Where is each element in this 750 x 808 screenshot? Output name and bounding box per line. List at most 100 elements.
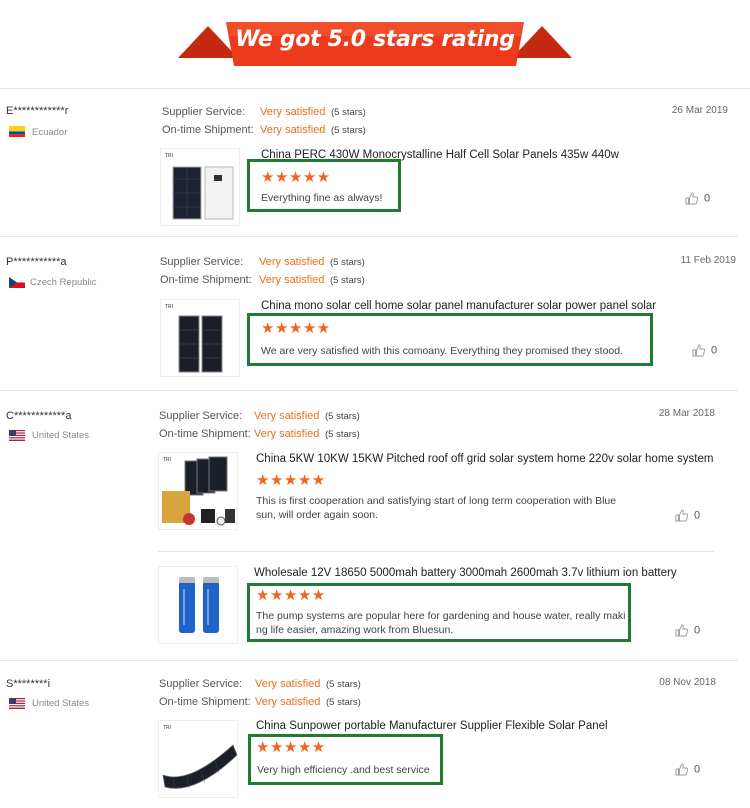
thumbs-up-icon xyxy=(675,509,689,522)
like-count: 0 xyxy=(694,763,701,776)
rating-stars: ★★★★★ xyxy=(261,320,331,337)
reviewer-name: E************r xyxy=(6,105,69,117)
like-count: 0 xyxy=(711,344,718,357)
supplier-service-stars: (5 stars) xyxy=(330,257,365,268)
supplier-service-rating: Supplier Service: Very satisfied (5 stars) xyxy=(159,410,360,422)
review-date: 08 Nov 2018 xyxy=(659,677,716,688)
supplier-service-value: Very satisfied xyxy=(255,678,321,690)
reviewer-name: C************a xyxy=(6,410,72,422)
ontime-shipment-value: Very satisfied xyxy=(254,428,320,440)
ontime-shipment-rating: On-time Shipment: Very satisfied (5 stars) xyxy=(160,274,365,286)
supplier-service-label: Supplier Service: xyxy=(159,410,243,422)
svg-text:TRI: TRI xyxy=(163,457,171,463)
battery-image xyxy=(179,577,219,633)
rating-stars: ★★★★★ xyxy=(261,169,331,186)
product-image[interactable]: TRI xyxy=(160,148,240,226)
rating-stars: ★★★★★ xyxy=(256,587,326,604)
thumbs-up-icon xyxy=(692,344,706,357)
product-title[interactable]: Wholesale 12V 18650 5000mah battery 3000… xyxy=(254,567,677,579)
flexible-solar-panel-image: TRI xyxy=(162,725,237,790)
solar-panel-image: TRI xyxy=(165,153,234,220)
like-button[interactable]: 0 xyxy=(675,763,700,776)
review-comment-line: sun, will order again soon. xyxy=(256,509,378,521)
svg-text:TRI: TRI xyxy=(165,304,173,310)
review-comment-line: ng life easier, amazing work from Bluesu… xyxy=(256,624,454,636)
product-image[interactable]: TRI xyxy=(160,299,240,377)
ontime-shipment-stars: (5 stars) xyxy=(331,125,366,136)
flag-united-states-icon xyxy=(9,698,25,709)
svg-text:TRI: TRI xyxy=(163,725,171,731)
supplier-service-value: Very satisfied xyxy=(260,106,326,118)
ontime-shipment-stars: (5 stars) xyxy=(325,429,360,440)
ontime-shipment-stars: (5 stars) xyxy=(326,697,361,708)
ontime-shipment-label: On-time Shipment: xyxy=(162,124,254,136)
product-title[interactable]: China Sunpower portable Manufacturer Sup… xyxy=(256,720,608,732)
ontime-shipment-label: On-time Shipment: xyxy=(159,696,251,708)
thumbs-up-icon xyxy=(685,192,699,205)
review-date: 28 Mar 2018 xyxy=(658,408,715,419)
review-comment: The pump systems are popular here for ga… xyxy=(256,609,625,637)
like-count: 0 xyxy=(704,192,711,205)
product-title[interactable]: China 5KW 10KW 15KW Pitched roof off gri… xyxy=(256,453,713,465)
supplier-service-value: Very satisfied xyxy=(259,256,325,268)
product-title[interactable]: China mono solar cell home solar panel m… xyxy=(261,300,656,312)
supplier-service-value: Very satisfied xyxy=(254,410,320,422)
banner-title: We got 5.0 stars rating xyxy=(235,27,515,52)
rating-stars: ★★★★★ xyxy=(256,472,326,489)
solar-panel-image: TRI xyxy=(165,304,223,373)
reviewer-country: United States xyxy=(32,698,90,709)
supplier-service-stars: (5 stars) xyxy=(331,107,366,118)
like-count: 0 xyxy=(694,624,701,637)
reviewer-country: United States xyxy=(32,430,90,441)
ontime-shipment-label: On-time Shipment: xyxy=(159,428,251,440)
ontime-shipment-rating: On-time Shipment: Very satisfied (5 stars) xyxy=(159,428,360,440)
divider xyxy=(0,660,738,661)
review-date: 11 Feb 2019 xyxy=(680,255,736,266)
ontime-shipment-label: On-time Shipment: xyxy=(160,274,252,286)
review-comment-line: This is first cooperation and satisfying… xyxy=(256,495,617,507)
reviewer-name: P***********a xyxy=(6,256,67,268)
thumbs-up-icon xyxy=(675,624,689,637)
supplier-service-label: Supplier Service: xyxy=(160,256,244,268)
review-comment: Everything fine as always! xyxy=(261,192,383,204)
svg-text:TRI: TRI xyxy=(165,153,173,159)
supplier-service-stars: (5 stars) xyxy=(325,411,360,422)
supplier-service-label: Supplier Service: xyxy=(159,678,243,690)
ontime-shipment-rating: On-time Shipment: Very satisfied (5 stars) xyxy=(159,696,361,708)
review-date: 26 Mar 2019 xyxy=(671,105,728,116)
review-comment: This is first cooperation and satisfying… xyxy=(256,494,616,522)
product-image[interactable]: TRI xyxy=(158,720,238,798)
flag-united-states-icon xyxy=(9,430,25,441)
supplier-service-label: Supplier Service: xyxy=(162,106,246,118)
supplier-service-rating: Supplier Service: Very satisfied (5 stars) xyxy=(159,678,361,690)
ontime-shipment-value: Very satisfied xyxy=(259,274,325,286)
like-button[interactable]: 0 xyxy=(692,344,717,357)
flag-ecuador-icon xyxy=(9,126,25,137)
flag-czech-republic-icon xyxy=(9,277,25,288)
like-button[interactable]: 0 xyxy=(685,192,710,205)
review-comment-line: The pump systems are popular here for ga… xyxy=(256,610,626,622)
thumbs-up-icon xyxy=(675,763,689,776)
product-image[interactable]: TRI xyxy=(158,452,238,530)
divider xyxy=(0,88,750,89)
reviewer-name: S********i xyxy=(6,678,51,690)
rating-stars: ★★★★★ xyxy=(256,739,326,756)
supplier-service-rating: Supplier Service: Very satisfied (5 stars) xyxy=(160,256,365,268)
supplier-service-rating: Supplier Service: Very satisfied (5 stars) xyxy=(162,106,366,118)
divider xyxy=(0,390,738,391)
like-button[interactable]: 0 xyxy=(675,624,700,637)
supplier-service-stars: (5 stars) xyxy=(326,679,361,690)
review-comment: Very high efficiency .and best service xyxy=(257,764,430,776)
ontime-shipment-rating: On-time Shipment: Very satisfied (5 stars) xyxy=(162,124,366,136)
reviewer-country: Czech Republic xyxy=(30,277,97,288)
ontime-shipment-stars: (5 stars) xyxy=(330,275,365,286)
reviewer-country: Ecuador xyxy=(32,127,68,138)
ontime-shipment-value: Very satisfied xyxy=(255,696,321,708)
like-count: 0 xyxy=(694,509,701,522)
rating-banner: We got 5.0 stars rating xyxy=(178,14,572,74)
ontime-shipment-value: Very satisfied xyxy=(260,124,326,136)
like-button[interactable]: 0 xyxy=(675,509,700,522)
review-comment: We are very satisfied with this comoany.… xyxy=(261,345,624,357)
divider xyxy=(158,551,714,552)
product-image[interactable] xyxy=(158,566,238,644)
